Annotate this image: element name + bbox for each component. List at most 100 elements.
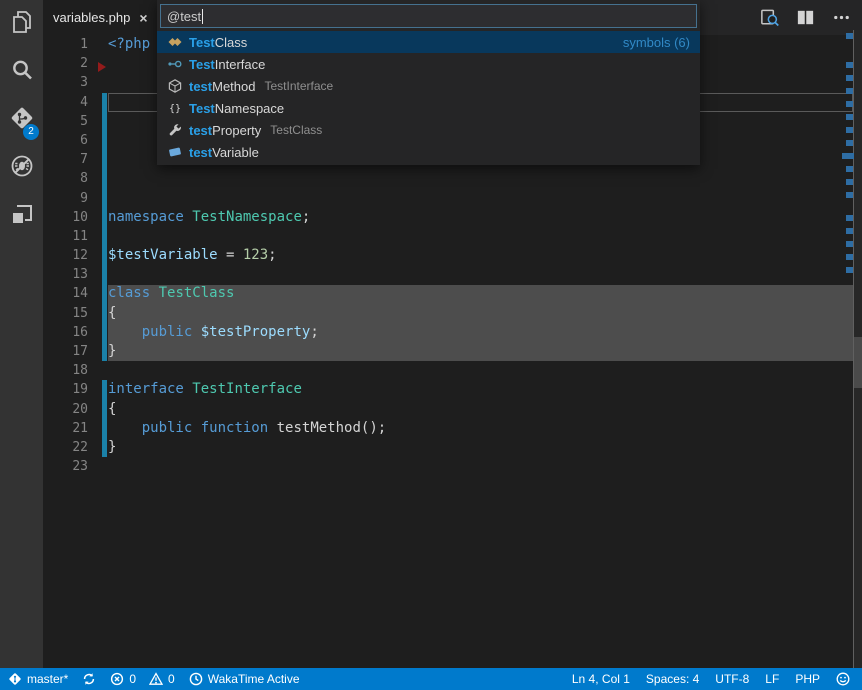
line-number: 4	[43, 93, 88, 112]
git-modified-bar	[102, 284, 107, 303]
code-text: namespace TestNamespace;	[108, 208, 310, 227]
editor-actions	[759, 0, 852, 35]
sync-icon	[82, 672, 96, 686]
ruler-modified-mark	[846, 88, 853, 94]
line-number: 20	[43, 400, 88, 419]
line-number: 22	[43, 438, 88, 457]
code-line[interactable]: 15{	[43, 304, 862, 323]
search-icon	[9, 57, 35, 88]
sidebar-item-source-control[interactable]: 2	[0, 96, 43, 144]
code-line[interactable]: 10namespace TestNamespace;	[43, 208, 862, 227]
ruler-modified-mark	[846, 267, 853, 273]
encoding-indicator[interactable]: UTF-8	[715, 668, 749, 690]
code-line[interactable]: 17}	[43, 342, 862, 361]
symbol-label: TestNamespace	[189, 101, 284, 116]
language-mode[interactable]: PHP	[795, 668, 820, 690]
tab-label: variables.php	[53, 10, 130, 25]
git-modified-bar	[102, 438, 107, 457]
line-number: 8	[43, 169, 88, 188]
code-line[interactable]: 22}	[43, 438, 862, 457]
code-line[interactable]: 18	[43, 361, 862, 380]
git-modified-bar	[102, 93, 107, 112]
sidebar-item-search[interactable]	[0, 48, 43, 96]
indentation-indicator[interactable]: Spaces: 4	[646, 668, 699, 690]
ruler-modified-mark	[846, 62, 853, 68]
line-number: 15	[43, 304, 88, 323]
ruler-modified-mark	[846, 215, 853, 221]
git-modified-bar	[102, 131, 107, 150]
svg-text:{}: {}	[169, 104, 181, 115]
open-changes-icon[interactable]	[759, 7, 780, 28]
line-number: 7	[43, 150, 88, 169]
symbol-interface-icon	[167, 56, 183, 72]
code-line[interactable]: 20 {	[43, 400, 862, 419]
line-number: 14	[43, 284, 88, 303]
ruler-modified-mark	[846, 114, 853, 120]
ruler-modified-mark	[846, 101, 853, 107]
more-actions-icon[interactable]	[831, 7, 852, 28]
problems-indicator[interactable]: 0 0	[110, 668, 174, 690]
git-modified-bar	[102, 169, 107, 188]
git-modified-bar	[102, 150, 107, 169]
line-number: 3	[43, 73, 88, 92]
wakatime-status[interactable]: WakaTime Active	[189, 668, 300, 690]
code-text: {	[108, 400, 116, 419]
line-number: 6	[43, 131, 88, 150]
symbol-label: TestClass	[189, 35, 247, 50]
git-modified-bar	[102, 227, 107, 246]
ruler-modified-mark	[846, 166, 853, 172]
code-text: public function testMethod();	[108, 419, 386, 438]
eol-indicator[interactable]: LF	[765, 668, 779, 690]
sync-button[interactable]	[82, 668, 96, 690]
code-line[interactable]: 21 public function testMethod();	[43, 419, 862, 438]
ruler-modified-mark	[846, 179, 853, 185]
symbol-namespace-icon: {}	[167, 100, 183, 116]
tab-variables-php[interactable]: variables.php ×	[43, 0, 160, 35]
explorer-icon	[9, 9, 35, 40]
sidebar-item-extensions[interactable]	[0, 192, 43, 240]
close-icon[interactable]: ×	[139, 10, 147, 26]
status-bar: master* 0	[0, 668, 862, 690]
code-line[interactable]: 23	[43, 457, 862, 476]
quick-open-item[interactable]: testPropertyTestClass	[157, 119, 700, 141]
ruler-modified-mark	[846, 140, 853, 146]
symbol-label: testProperty	[189, 123, 261, 138]
line-number: 23	[43, 457, 88, 476]
git-modified-bar	[102, 208, 107, 227]
code-text: }	[108, 342, 116, 361]
code-line[interactable]: 19interface TestInterface	[43, 380, 862, 399]
ruler-modified-mark	[846, 33, 853, 39]
split-editor-icon[interactable]	[795, 7, 816, 28]
quick-open-item[interactable]: TestInterface	[157, 53, 700, 75]
git-branch-indicator[interactable]: master*	[8, 668, 68, 690]
line-number: 5	[43, 112, 88, 131]
ruler-range-band	[854, 337, 862, 388]
code-line[interactable]: 14class TestClass	[43, 284, 862, 303]
symbol-variable-icon	[167, 144, 183, 160]
feedback-smiley-button[interactable]	[836, 668, 850, 690]
symbol-method-icon	[167, 78, 183, 94]
sidebar-item-debug[interactable]	[0, 144, 43, 192]
error-icon	[110, 672, 124, 686]
quick-open-item[interactable]: testVariable	[157, 141, 700, 163]
quick-open-item[interactable]: TestClasssymbols (6)	[157, 31, 700, 53]
clock-icon	[189, 672, 203, 686]
sidebar-item-explorer[interactable]	[0, 0, 43, 48]
code-line[interactable]: 9	[43, 189, 862, 208]
git-modified-bar	[102, 189, 107, 208]
cursor-position[interactable]: Ln 4, Col 1	[572, 668, 630, 690]
line-number: 2	[43, 54, 88, 73]
code-line[interactable]: 12$testVariable = 123;	[43, 246, 862, 265]
error-count: 0	[129, 672, 136, 686]
code-line[interactable]: 16 public $testProperty;	[43, 323, 862, 342]
line-number: 9	[43, 189, 88, 208]
activity-bar: 2	[0, 0, 43, 668]
line-number: 13	[43, 265, 88, 284]
quick-open-item[interactable]: testMethodTestInterface	[157, 75, 700, 97]
symbol-detail: TestInterface	[265, 79, 334, 93]
quick-open-input[interactable]: @test	[160, 4, 697, 28]
code-line[interactable]: 11	[43, 227, 862, 246]
code-line[interactable]: 8	[43, 169, 862, 188]
quick-open-item[interactable]: {} TestNamespace	[157, 97, 700, 119]
code-line[interactable]: 13	[43, 265, 862, 284]
